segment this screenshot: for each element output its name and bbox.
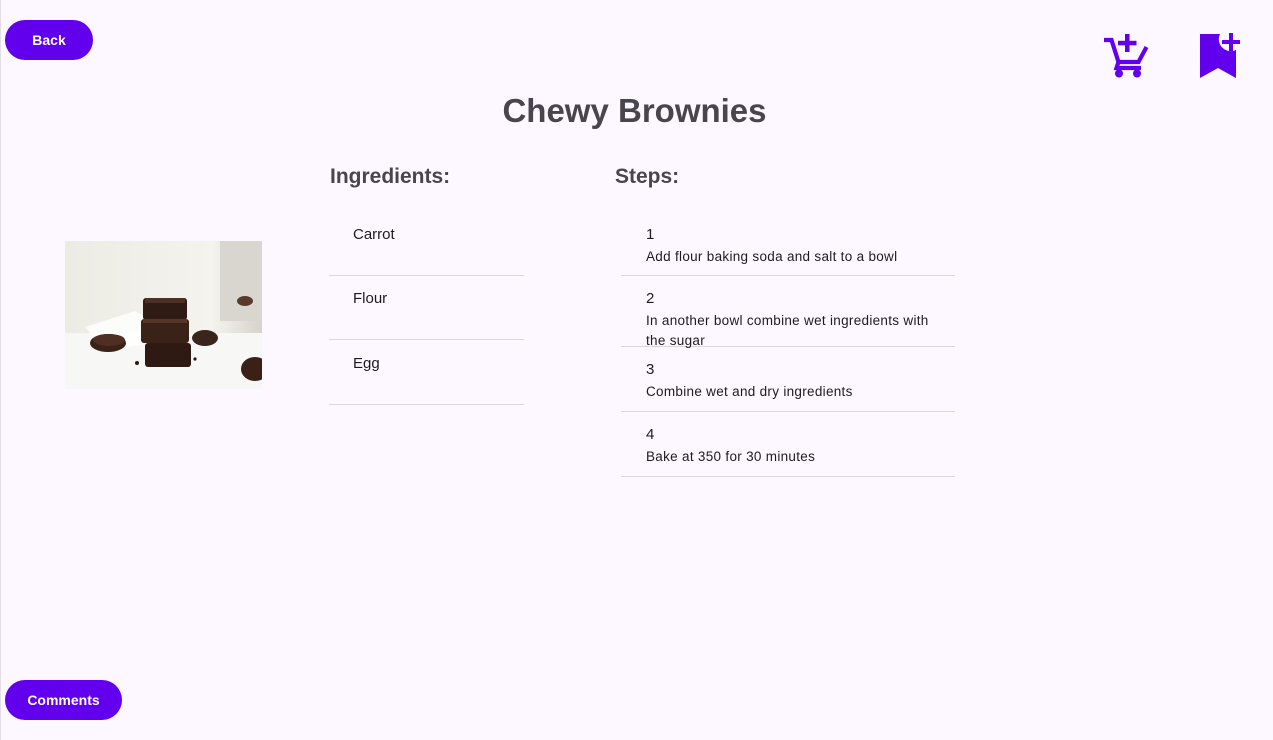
step-number: 3 (646, 361, 655, 378)
ingredient-item[interactable]: Carrot (329, 212, 524, 276)
step-text: Add flour baking soda and salt to a bowl (646, 249, 898, 264)
step-item[interactable]: 2 In another bowl combine wet ingredient… (621, 276, 955, 348)
add-to-cart-button[interactable] (1102, 32, 1150, 80)
step-text: In another bowl combine wet ingredients … (646, 313, 929, 348)
step-item[interactable]: 4 Bake at 350 for 30 minutes (621, 412, 955, 477)
comments-button[interactable]: Comments (5, 680, 122, 720)
step-number: 4 (646, 426, 655, 443)
ingredient-item[interactable]: Flour (329, 276, 524, 340)
recipe-photo (65, 241, 262, 389)
bookmark-add-button[interactable] (1196, 32, 1244, 80)
step-text: Bake at 350 for 30 minutes (646, 449, 816, 464)
step-number: 1 (646, 226, 655, 243)
step-number: 2 (646, 290, 655, 307)
step-text: Combine wet and dry ingredients (646, 384, 853, 399)
steps-heading: Steps: (615, 165, 680, 188)
add-shopping-cart-icon (1104, 34, 1149, 78)
ingredient-name: Carrot (353, 226, 395, 243)
recipe-title: Chewy Brownies (502, 92, 767, 129)
ingredient-item[interactable]: Egg (329, 341, 524, 405)
ingredient-name: Flour (353, 290, 388, 307)
ingredients-heading: Ingredients: (330, 165, 451, 188)
back-button[interactable]: Back (5, 20, 93, 60)
step-item[interactable]: 3 Combine wet and dry ingredients (621, 347, 955, 412)
bookmark-add-icon (1200, 33, 1240, 78)
step-item[interactable]: 1 Add flour baking soda and salt to a bo… (621, 212, 955, 276)
ingredient-name: Egg (353, 355, 380, 372)
